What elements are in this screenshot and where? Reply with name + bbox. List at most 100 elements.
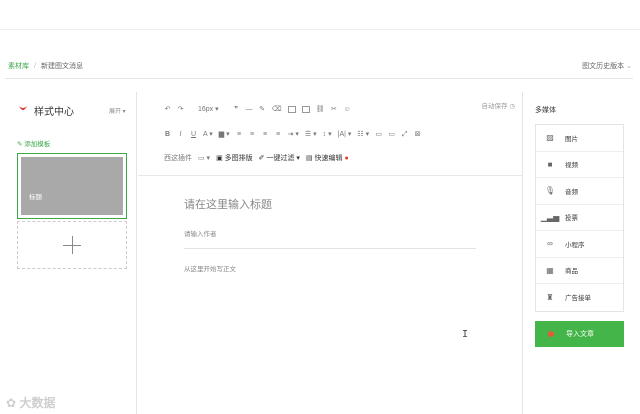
fullscreen-icon[interactable]: ⤢ xyxy=(401,130,408,139)
media-item-label: 小程序 xyxy=(565,241,585,249)
media-item-label: 商品 xyxy=(565,268,578,276)
body-editor[interactable]: 从这里开始写正文 xyxy=(184,263,236,273)
redo-icon[interactable]: ↷ xyxy=(177,105,184,114)
divider xyxy=(5,78,633,79)
quick-edit-button[interactable]: ▤ 快速编辑 ● xyxy=(306,154,349,163)
import-article-label: 导入文章 xyxy=(566,331,594,338)
list-icon[interactable]: ☰ ▾ xyxy=(305,130,317,139)
brush-icon: ✐ xyxy=(258,155,265,162)
undo-icon[interactable]: ↶ xyxy=(164,105,171,114)
emoji-icon[interactable]: ☺ xyxy=(343,105,350,114)
media-panel-title: 多媒体 xyxy=(535,107,556,114)
top-bar xyxy=(0,0,640,30)
one-key-filter-label: 一键过滤 xyxy=(266,155,295,162)
mic-icon: 🎙 xyxy=(544,186,556,196)
font-size-select[interactable]: 16px ▾ xyxy=(198,105,219,114)
ad-icon: ♜ xyxy=(546,292,554,302)
media-panel: 多媒体 ▨ 图片 ■ 视频 🎙 音频 ▁▃▅ 投票 ∞ 小程序 ▦ 商品 ♜ 广… xyxy=(533,92,633,414)
link-icon[interactable]: ⛓ xyxy=(316,105,325,114)
style-logo-icon xyxy=(18,104,28,114)
red-dot-badge: ● xyxy=(344,155,349,162)
editor-toolbar: ↶ ↷ 16px ▾ ❞ — ✎ ⌫ ⛓ ✂ ☺ 自动保存 ◷ B I U A … xyxy=(138,92,523,176)
autosave-status[interactable]: 自动保存 ◷ xyxy=(482,100,515,110)
underline-button[interactable]: U xyxy=(190,130,197,139)
one-key-filter-button[interactable]: ✐ 一键过滤 ▾ xyxy=(259,154,300,163)
title-input[interactable]: 请在这里输入标题 xyxy=(184,196,474,212)
media-item-ad[interactable]: ♜ 广告接单 xyxy=(536,284,623,311)
align-right-icon[interactable]: ≡ xyxy=(262,130,269,139)
expand-button[interactable]: 展开 ▾ xyxy=(109,106,126,115)
style-center-title: 样式中心 xyxy=(34,107,74,118)
watermark-logo-icon: ✿ xyxy=(6,396,17,410)
multi-image-button[interactable]: ▣ 多图排版 xyxy=(216,154,253,163)
plugin-select-icon[interactable]: ▭ ▾ xyxy=(198,154,210,163)
gallery-icon: ▣ xyxy=(216,155,223,162)
bold-button[interactable]: B xyxy=(164,130,171,139)
italic-button[interactable]: I xyxy=(177,130,184,139)
multi-image-label: 多图排版 xyxy=(224,155,253,162)
document-icon: ▤ xyxy=(305,155,313,162)
font-color-button[interactable]: A ▾ xyxy=(203,130,213,139)
template-icon[interactable] xyxy=(287,106,296,113)
media-list: ▨ 图片 ■ 视频 🎙 音频 ▁▃▅ 投票 ∞ 小程序 ▦ 商品 ♜ 广告接单 xyxy=(535,124,624,312)
float-left-icon[interactable]: ▭ xyxy=(375,130,382,139)
media-item-label: 图片 xyxy=(565,135,578,143)
media-item-mini-program[interactable]: ∞ 小程序 xyxy=(536,231,623,258)
background-color-button[interactable]: ▆ ▾ xyxy=(219,130,230,139)
media-item-audio[interactable]: 🎙 音频 xyxy=(536,178,623,205)
style-center-panel: 样式中心 展开 ▾ ✎ 添加模板 标题 xyxy=(5,92,137,414)
article-card[interactable]: 标题 xyxy=(17,153,127,219)
ordered-list-icon[interactable]: ☷ ▾ xyxy=(357,130,369,139)
quote-icon[interactable]: ❞ xyxy=(233,105,240,114)
indent-icon[interactable]: ⇥ ▾ xyxy=(288,130,299,139)
float-none-icon[interactable]: ▭ xyxy=(388,130,395,139)
font-size-value: 16px xyxy=(198,106,214,113)
history-version-link[interactable]: 图文历史版本 ⌄ xyxy=(582,61,632,71)
author-input[interactable]: 请输入作者 xyxy=(184,228,476,249)
breadcrumb-root[interactable]: 素材库 xyxy=(8,63,29,70)
chevron-down-icon: ⌄ xyxy=(626,63,632,70)
media-item-vote[interactable]: ▁▃▅ 投票 xyxy=(536,205,623,231)
breadcrumb-separator: / xyxy=(34,63,36,70)
western-plugin-button[interactable]: 西这插件 xyxy=(164,154,192,163)
article-card-cover: 标题 xyxy=(21,157,123,215)
image-icon: ▨ xyxy=(546,133,554,143)
autosave-label: 自动保存 xyxy=(481,103,508,110)
media-item-label: 音频 xyxy=(565,188,578,196)
watermark-text: 大数据 xyxy=(19,396,56,410)
toolbar-row-2: B I U A ▾ ▆ ▾ ≡ ≡ ≡ ≡ ⇥ ▾ ☰ ▾ ↕ ▾ |A| ▾ … xyxy=(164,130,421,139)
clear-format-icon[interactable]: ⌫ xyxy=(272,105,282,114)
unlink-icon[interactable]: ✂ xyxy=(330,105,337,114)
breadcrumb-current: 新建图文消息 xyxy=(40,63,83,70)
add-article-button[interactable] xyxy=(17,221,127,269)
history-version-label: 图文历史版本 xyxy=(582,63,625,70)
add-template-label: 添加模板 xyxy=(24,141,51,148)
chart-icon: ▁▃▅ xyxy=(540,212,560,222)
clock-icon: ◷ xyxy=(509,103,515,110)
expand-label: 展开 xyxy=(109,109,122,115)
media-item-label: 视频 xyxy=(565,162,578,170)
editor-area: ↶ ↷ 16px ▾ ❞ — ✎ ⌫ ⛓ ✂ ☺ 自动保存 ◷ B I U A … xyxy=(138,92,523,414)
table-icon[interactable] xyxy=(301,106,310,113)
breadcrumb: 素材库 / 新建图文消息 xyxy=(8,61,83,71)
media-item-goods[interactable]: ▦ 商品 xyxy=(536,258,623,284)
pencil-icon: ✎ xyxy=(17,141,23,148)
horizontal-rule-icon[interactable]: — xyxy=(246,105,253,114)
import-article-button[interactable]: 导入文章 xyxy=(535,321,624,347)
media-item-image[interactable]: ▨ 图片 xyxy=(536,125,623,152)
import-icon xyxy=(548,331,554,337)
align-justify-icon[interactable]: ≡ xyxy=(275,130,282,139)
quick-edit-label: 快速编辑 xyxy=(314,155,343,162)
text-cursor-icon: I xyxy=(462,329,469,340)
letter-spacing-icon[interactable]: |A| ▾ xyxy=(338,130,352,139)
goods-icon: ▦ xyxy=(546,265,554,275)
article-card-title: 标题 xyxy=(29,194,42,201)
format-painter-icon[interactable]: ✎ xyxy=(259,105,266,114)
video-icon: ■ xyxy=(547,159,553,169)
clear-icon[interactable]: ⊠ xyxy=(414,130,421,139)
media-item-video[interactable]: ■ 视频 xyxy=(536,152,623,178)
align-left-icon[interactable]: ≡ xyxy=(236,130,243,139)
add-template-button[interactable]: ✎ 添加模板 xyxy=(17,138,50,148)
line-height-icon[interactable]: ↕ ▾ xyxy=(323,130,332,139)
align-center-icon[interactable]: ≡ xyxy=(249,130,256,139)
